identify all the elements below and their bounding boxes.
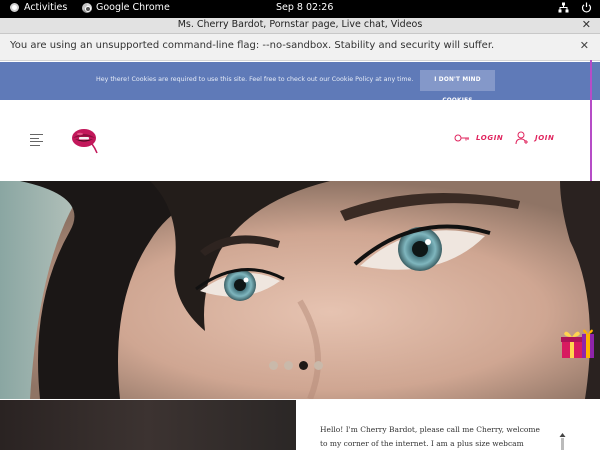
activities-label: Activities (24, 2, 68, 13)
cookie-banner: Hey there! Cookies are required to use t… (0, 62, 600, 104)
site-logo-lips[interactable] (70, 126, 100, 154)
unsupported-flag-infobar: You are using an unsupported command-lin… (0, 34, 600, 61)
cookie-text: Hey there! Cookies are required to use t… (96, 76, 414, 83)
gift-icon[interactable] (560, 328, 596, 360)
app-name-label: Google Chrome (96, 2, 170, 13)
site-header: LOGIN JOIN (0, 100, 600, 181)
slide-dot[interactable] (269, 361, 278, 370)
clock[interactable]: Sep 8 02:26 (276, 2, 333, 13)
key-icon (454, 134, 469, 142)
screen: Activities Google Chrome Sep 8 02:26 Ms.… (0, 0, 600, 450)
slide-dot[interactable] (314, 361, 323, 370)
system-top-bar: Activities Google Chrome Sep 8 02:26 (0, 0, 600, 18)
system-tray[interactable] (558, 2, 592, 13)
window-close-icon[interactable]: ✕ (582, 18, 591, 31)
bio-scrollbar[interactable] (559, 433, 566, 450)
login-link[interactable]: LOGIN (454, 134, 503, 142)
slide-dot[interactable] (284, 361, 293, 370)
add-user-icon (515, 131, 528, 145)
bio-text: Hello! I'm Cherry Bardot, please call me… (320, 425, 540, 448)
slide-dot-active[interactable] (299, 361, 308, 370)
join-label: JOIN (535, 134, 555, 142)
window-title: Ms. Cherry Bardot, Pornstar page, Live c… (177, 19, 423, 30)
slider-pagination (269, 361, 323, 370)
chrome-icon (82, 2, 92, 13)
activities-button[interactable]: Activities (10, 2, 67, 13)
window-title-bar[interactable]: Ms. Cherry Bardot, Pornstar page, Live c… (0, 18, 600, 34)
login-label: LOGIN (476, 134, 504, 142)
power-icon (581, 2, 592, 13)
join-link[interactable]: JOIN (515, 131, 554, 145)
network-icon (558, 2, 569, 13)
app-menu[interactable]: Google Chrome (82, 2, 170, 13)
hero-slider[interactable] (0, 181, 600, 399)
video-thumbnail[interactable] (0, 400, 296, 450)
activities-icon (10, 3, 19, 12)
infobar-close-icon[interactable]: ✕ (580, 39, 589, 52)
infobar-message: You are using an unsupported command-lin… (10, 40, 495, 51)
accept-cookies-button[interactable]: I DON'T MIND COOKIES (420, 70, 495, 104)
menu-icon[interactable] (30, 134, 43, 148)
